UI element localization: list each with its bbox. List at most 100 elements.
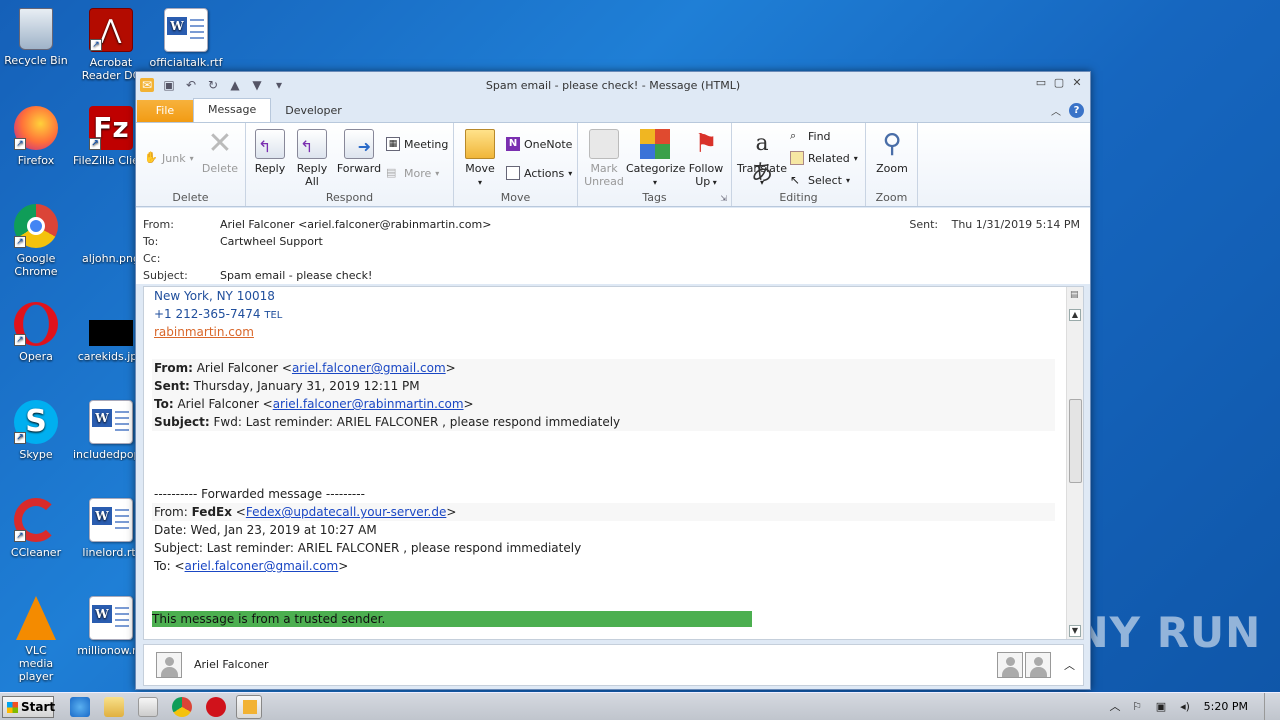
scroll-thumb[interactable]	[1069, 399, 1082, 483]
sent-label: Sent:	[909, 218, 939, 231]
volume-icon[interactable]: ◂)	[1178, 700, 1192, 714]
action-center-flag-icon[interactable]: ⚐	[1130, 700, 1144, 714]
phone-tag: TEL	[264, 310, 283, 321]
people-avatar-2[interactable]	[1025, 652, 1051, 678]
outlook-taskbar-icon[interactable]	[236, 695, 262, 719]
group-tags: Mark Unread Categorize ▾ ⚑ Follow Up ▾ Ta…	[578, 123, 732, 206]
outlook-app-icon: ✉	[140, 78, 154, 92]
expand-people-pane-icon[interactable]: ︿	[1064, 657, 1075, 673]
more-respond-button[interactable]: ▤ More ▾	[386, 166, 439, 180]
undo-icon[interactable]: ↶	[184, 78, 198, 92]
help-icon[interactable]: ?	[1069, 103, 1084, 118]
chrome-taskbar-icon[interactable]	[172, 697, 192, 717]
fw1-sent-value: Thursday, January 31, 2019 12:11 PM	[189, 379, 420, 393]
scroll-up-button[interactable]: ▲	[1069, 309, 1081, 321]
fw2-to-email-link[interactable]: ariel.falconer@gmail.com	[185, 559, 339, 573]
junk-icon: ✋	[144, 151, 158, 164]
translate-button[interactable]: aあ Translate ▾	[736, 129, 788, 189]
close-button[interactable]: ✕	[1070, 76, 1084, 90]
explorer-taskbar-icon[interactable]	[104, 697, 124, 717]
redo-icon[interactable]: ↻	[206, 78, 220, 92]
previous-item-icon[interactable]: ▲	[228, 78, 242, 92]
follow-up-button[interactable]: ⚑ Follow Up ▾	[686, 129, 726, 189]
desktop-icon-vlc[interactable]: VLC media player	[0, 596, 74, 683]
tab-developer[interactable]: Developer	[271, 100, 356, 122]
fw2-to-end: >	[338, 559, 349, 573]
delete-button[interactable]: ✕ Delete	[200, 129, 240, 176]
follow-up-label: Follow	[688, 162, 724, 175]
desktop-icon-firefox[interactable]: ↗ Firefox	[0, 106, 74, 167]
contact-avatar[interactable]	[156, 652, 182, 678]
move-button[interactable]: Move ▾	[460, 129, 500, 189]
junk-button[interactable]: ✋ Junk ▾	[144, 151, 194, 165]
mark-unread-label-2: Unread	[584, 175, 624, 188]
reply-label: Reply	[254, 162, 286, 175]
show-desktop-button[interactable]	[1264, 693, 1280, 720]
categorize-button[interactable]: Categorize ▾	[626, 129, 685, 189]
collapse-ribbon-icon[interactable]: ︿	[1051, 103, 1061, 118]
message-body[interactable]: New York, NY 10018 +1 212-365-7474 TEL r…	[143, 286, 1084, 640]
maximize-button[interactable]: ▢	[1052, 76, 1066, 90]
scroll-down-button[interactable]: ▼	[1069, 625, 1081, 637]
opera-taskbar-icon[interactable]	[206, 697, 226, 717]
header-subject: Subject: Spam email - please check!	[143, 269, 372, 282]
start-button[interactable]: Start	[2, 696, 55, 718]
people-pane: Ariel Falconer ︿	[143, 644, 1084, 686]
reply-all-icon: ↰	[297, 129, 327, 159]
fw1-sent-label: Sent:	[154, 379, 190, 393]
group-label: Move	[500, 191, 531, 204]
desktop-icon-recycle-bin[interactable]: Recycle Bin	[0, 8, 74, 67]
from-value[interactable]: Ariel Falconer <ariel.falconer@rabinmart…	[220, 218, 491, 231]
move-label: Move	[465, 162, 495, 175]
desktop-icon-label: Firefox	[17, 154, 55, 167]
desktop-icon-officialtalk[interactable]: W officialtalk.rtf	[148, 8, 224, 69]
network-icon[interactable]: ▣	[1154, 700, 1168, 714]
fw1-from-line: From: Ariel Falconer <ariel.falconer@gma…	[152, 359, 1055, 377]
dialog-launcher-icon[interactable]: ⇲	[720, 194, 727, 203]
group-label: Delete	[172, 191, 209, 204]
meeting-button[interactable]: ▦ Meeting	[386, 137, 448, 151]
word-document-icon: W	[89, 498, 133, 542]
forward-button[interactable]: ➜ Forward	[336, 129, 382, 175]
show-hidden-icons[interactable]: ︿	[1108, 700, 1122, 714]
mark-unread-button[interactable]: Mark Unread	[582, 129, 626, 188]
customize-toolbar-icon[interactable]: ▾	[272, 78, 286, 92]
media-player-taskbar-icon[interactable]	[138, 697, 158, 717]
actions-button[interactable]: Actions ▾	[506, 166, 572, 180]
to-value[interactable]: Cartwheel Support	[220, 235, 323, 248]
desktop-icon-chrome[interactable]: ↗ Google Chrome	[0, 204, 74, 278]
desktop-icon-ccleaner[interactable]: ↗ CCleaner	[0, 498, 74, 559]
header-cc: Cc:	[143, 252, 220, 265]
header-from: From: Ariel Falconer <ariel.falconer@rab…	[143, 218, 491, 231]
fw1-to-line: To: Ariel Falconer <ariel.falconer@rabin…	[152, 395, 1055, 413]
zoom-label: Zoom	[876, 162, 908, 175]
fw1-from-email-link[interactable]: ariel.falconer@gmail.com	[292, 361, 446, 375]
related-button[interactable]: Related ▾	[790, 151, 858, 165]
save-icon[interactable]: ▣	[162, 78, 176, 92]
select-button[interactable]: ↖ Select ▾	[790, 173, 850, 187]
find-button[interactable]: ⌕ Find	[790, 129, 831, 143]
desktop-icon-skype[interactable]: S ↗ Skype	[0, 400, 74, 461]
signature-website-link[interactable]: rabinmartin.com	[154, 325, 254, 339]
clock[interactable]: 5:20 PM	[1204, 700, 1248, 713]
vertical-scrollbar[interactable]: ▤ ▲ ▼	[1066, 287, 1083, 639]
people-avatar-1[interactable]	[997, 652, 1023, 678]
fw2-from-email-link[interactable]: Fedex@updatecall.your-server.de	[246, 505, 446, 519]
word-document-icon: W	[89, 596, 133, 640]
people-pane-name[interactable]: Ariel Falconer	[194, 658, 269, 671]
reply-icon: ↰	[255, 129, 285, 159]
reply-all-button[interactable]: ↰ Reply All	[292, 129, 332, 188]
quick-access-toolbar: ✉ ▣ ↶ ↻ ▲ ▼ ▾	[136, 78, 286, 92]
desktop-icon-opera[interactable]: ↗ Opera	[0, 302, 74, 363]
ie-taskbar-icon[interactable]	[70, 697, 90, 717]
window-controls: ▭ ▢ ✕	[1034, 76, 1084, 90]
zoom-button[interactable]: ⚲ Zoom	[872, 129, 912, 175]
fw1-to-email-link[interactable]: ariel.falconer@rabinmartin.com	[273, 397, 464, 411]
next-item-icon[interactable]: ▼	[250, 78, 264, 92]
minimize-button[interactable]: ▭	[1034, 76, 1048, 90]
tab-file[interactable]: File	[137, 100, 193, 122]
reply-button[interactable]: ↰ Reply	[252, 129, 288, 175]
tab-message[interactable]: Message	[193, 98, 272, 122]
meeting-label: Meeting	[404, 137, 449, 151]
onenote-button[interactable]: N OneNote	[506, 137, 572, 151]
